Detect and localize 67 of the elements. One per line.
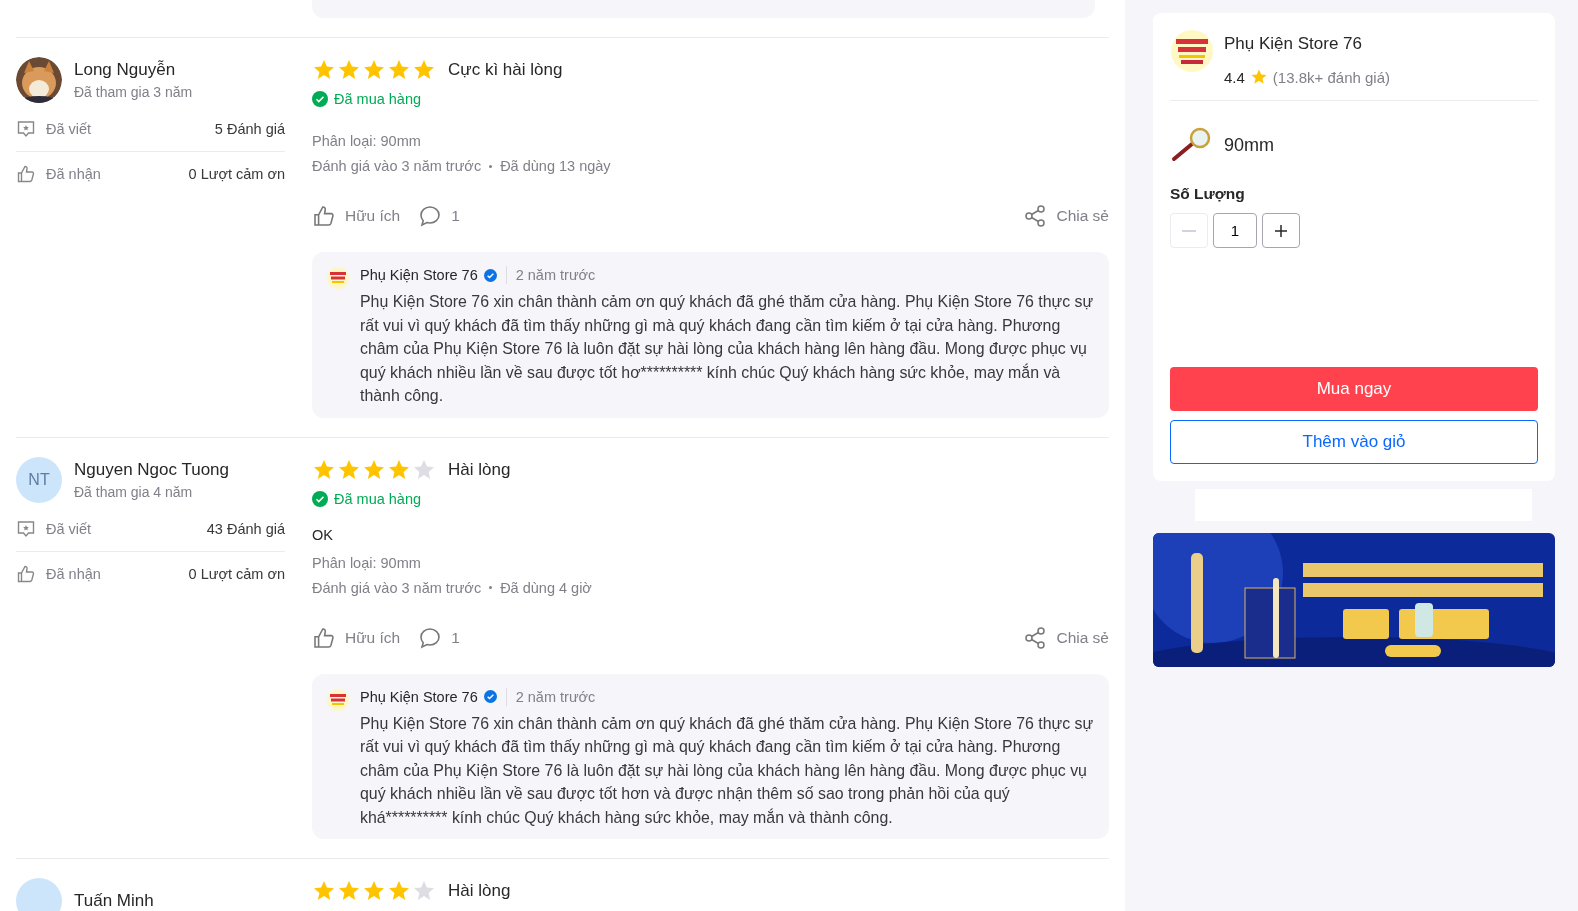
buy-now-button[interactable]: Mua ngay (1170, 367, 1538, 411)
purchased-label: Đã mua hàng (334, 490, 422, 507)
stat-label: Đã nhận (46, 565, 102, 582)
share-icon (1023, 204, 1048, 228)
user-name: Tuấn Minh (74, 891, 154, 911)
option-label: 90mm (1224, 134, 1274, 156)
helpful-button[interactable]: Hữu ích (312, 204, 401, 228)
review-meta: Đánh giá vào 3 năm trước (312, 579, 482, 596)
stat-value: 43 Đánh giá (206, 520, 285, 537)
quantity-label: Số Lượng (1170, 185, 1246, 203)
share-button[interactable]: Chia sẻ (1023, 204, 1109, 228)
comment-button[interactable]: 1 (418, 625, 460, 650)
store-logo-icon (326, 687, 350, 712)
variant-label: Phân loại: 90mm (312, 133, 422, 149)
separator-dot (489, 164, 493, 168)
review-title: Hài lòng (448, 881, 511, 901)
review-icon (16, 518, 36, 539)
join-date: Đã tham gia 4 năm (74, 483, 194, 500)
check-circle-icon (312, 490, 328, 507)
increase-button[interactable] (1262, 213, 1300, 248)
review-title: Hài lòng (448, 459, 511, 480)
stat-value: 0 Lượt cảm ơn (188, 565, 285, 582)
purchased-label: Đã mua hàng (334, 91, 422, 107)
stat-label: Đã viết (46, 520, 93, 537)
shop-name: Phụ Kiện Store 76 (360, 688, 478, 705)
minus-icon (1182, 229, 1196, 232)
review-meta: Đã dùng 4 giờ (500, 579, 592, 596)
speech-bubble-icon (418, 204, 443, 228)
store-name: Phụ Kiện Store 76 (1224, 34, 1363, 54)
review-title: Cực kì hài lòng (448, 60, 563, 80)
store-logo-icon (326, 266, 350, 290)
separator-dot (489, 586, 493, 589)
plus-icon (1273, 222, 1289, 239)
stat-label: Đã nhận (46, 166, 102, 182)
avatar (16, 878, 62, 911)
thumbs-up-icon (312, 625, 336, 650)
avatar: NT (16, 456, 62, 503)
review-icon (16, 119, 36, 139)
user-name: Nguyen Ngoc Tuong (74, 459, 229, 480)
speech-bubble-icon (418, 625, 443, 650)
stat-label: Đã viết (46, 121, 93, 137)
comment-button[interactable]: 1 (418, 204, 460, 228)
share-icon (1023, 625, 1048, 650)
stat-value: 0 Lượt cảm ơn (188, 166, 285, 182)
share-button[interactable]: Chia sẻ (1023, 625, 1109, 650)
review-meta: Đã dùng 13 ngày (500, 158, 611, 174)
store-rating: 4.4 (1224, 68, 1245, 86)
reply-text: Phụ Kiện Store 76 xin chân thành cảm ơn quý khách đã ghé thăm cửa hàng. Phụ Kiện Store 76 thực sự rất vui vì quý khách đã tìm thấy những gì mà quý khách đang cần tìm kiếm ở tại cửa hàng. Phương châm của Phụ Kiện Store 76 là luôn đặt sự hài lòng của khách hàng lên hàng đầu. Mong được phục vụ quý khách nhiều lần về sau được tốt hơn và được nhận thêm số sao trong phản hồi của quý khá********** kính chúc Quý khách hàng sức khỏe, may mắn và thành công. (360, 713, 1095, 828)
helpful-button[interactable]: Hữu ích (312, 625, 401, 650)
shop-name: Phụ Kiện Store 76 (360, 267, 478, 283)
check-circle-icon (312, 91, 328, 107)
thumbs-up-icon (312, 204, 336, 228)
join-date: Đã tham gia 3 năm (74, 84, 193, 100)
add-to-cart-button[interactable]: Thêm vào giỏ (1170, 420, 1538, 464)
reply-time: 2 năm trước (515, 267, 596, 283)
rating-count: (13.8k+ đánh giá) (1272, 68, 1391, 86)
reply-text: Phụ Kiện Store 76 xin chân thành cảm ơn quý khách đã ghé thăm cửa hàng. Phụ Kiện Store 76 thực sự rất vui vì quý khách đã tìm thấy những gì mà quý khách đang cần tìm kiếm ở tại cửa hàng. Phương châm của Phụ Kiện Store 76 là luôn đặt sự hài lòng của khách hàng lên hàng đầu. Mong được phục vụ quý khách nhiều lần về sau được tốt hơ********** kính chúc Quý khách hàng sức khỏe, may mắn và thành công. (360, 292, 1095, 406)
reply-time: 2 năm trước (515, 688, 596, 705)
user-name: Long Nguyễn (74, 60, 177, 80)
thumbs-up-icon (16, 164, 36, 184)
review-meta: Đánh giá vào 3 năm trước (312, 158, 482, 174)
star-icon (1249, 68, 1268, 86)
variant-label: Phân loại: 90mm (312, 554, 422, 571)
thumbs-up-icon (16, 563, 36, 584)
stat-value: 5 Đánh giá (214, 121, 285, 137)
review-text: OK (312, 526, 334, 543)
quantity-field[interactable]: 1 (1213, 213, 1257, 248)
